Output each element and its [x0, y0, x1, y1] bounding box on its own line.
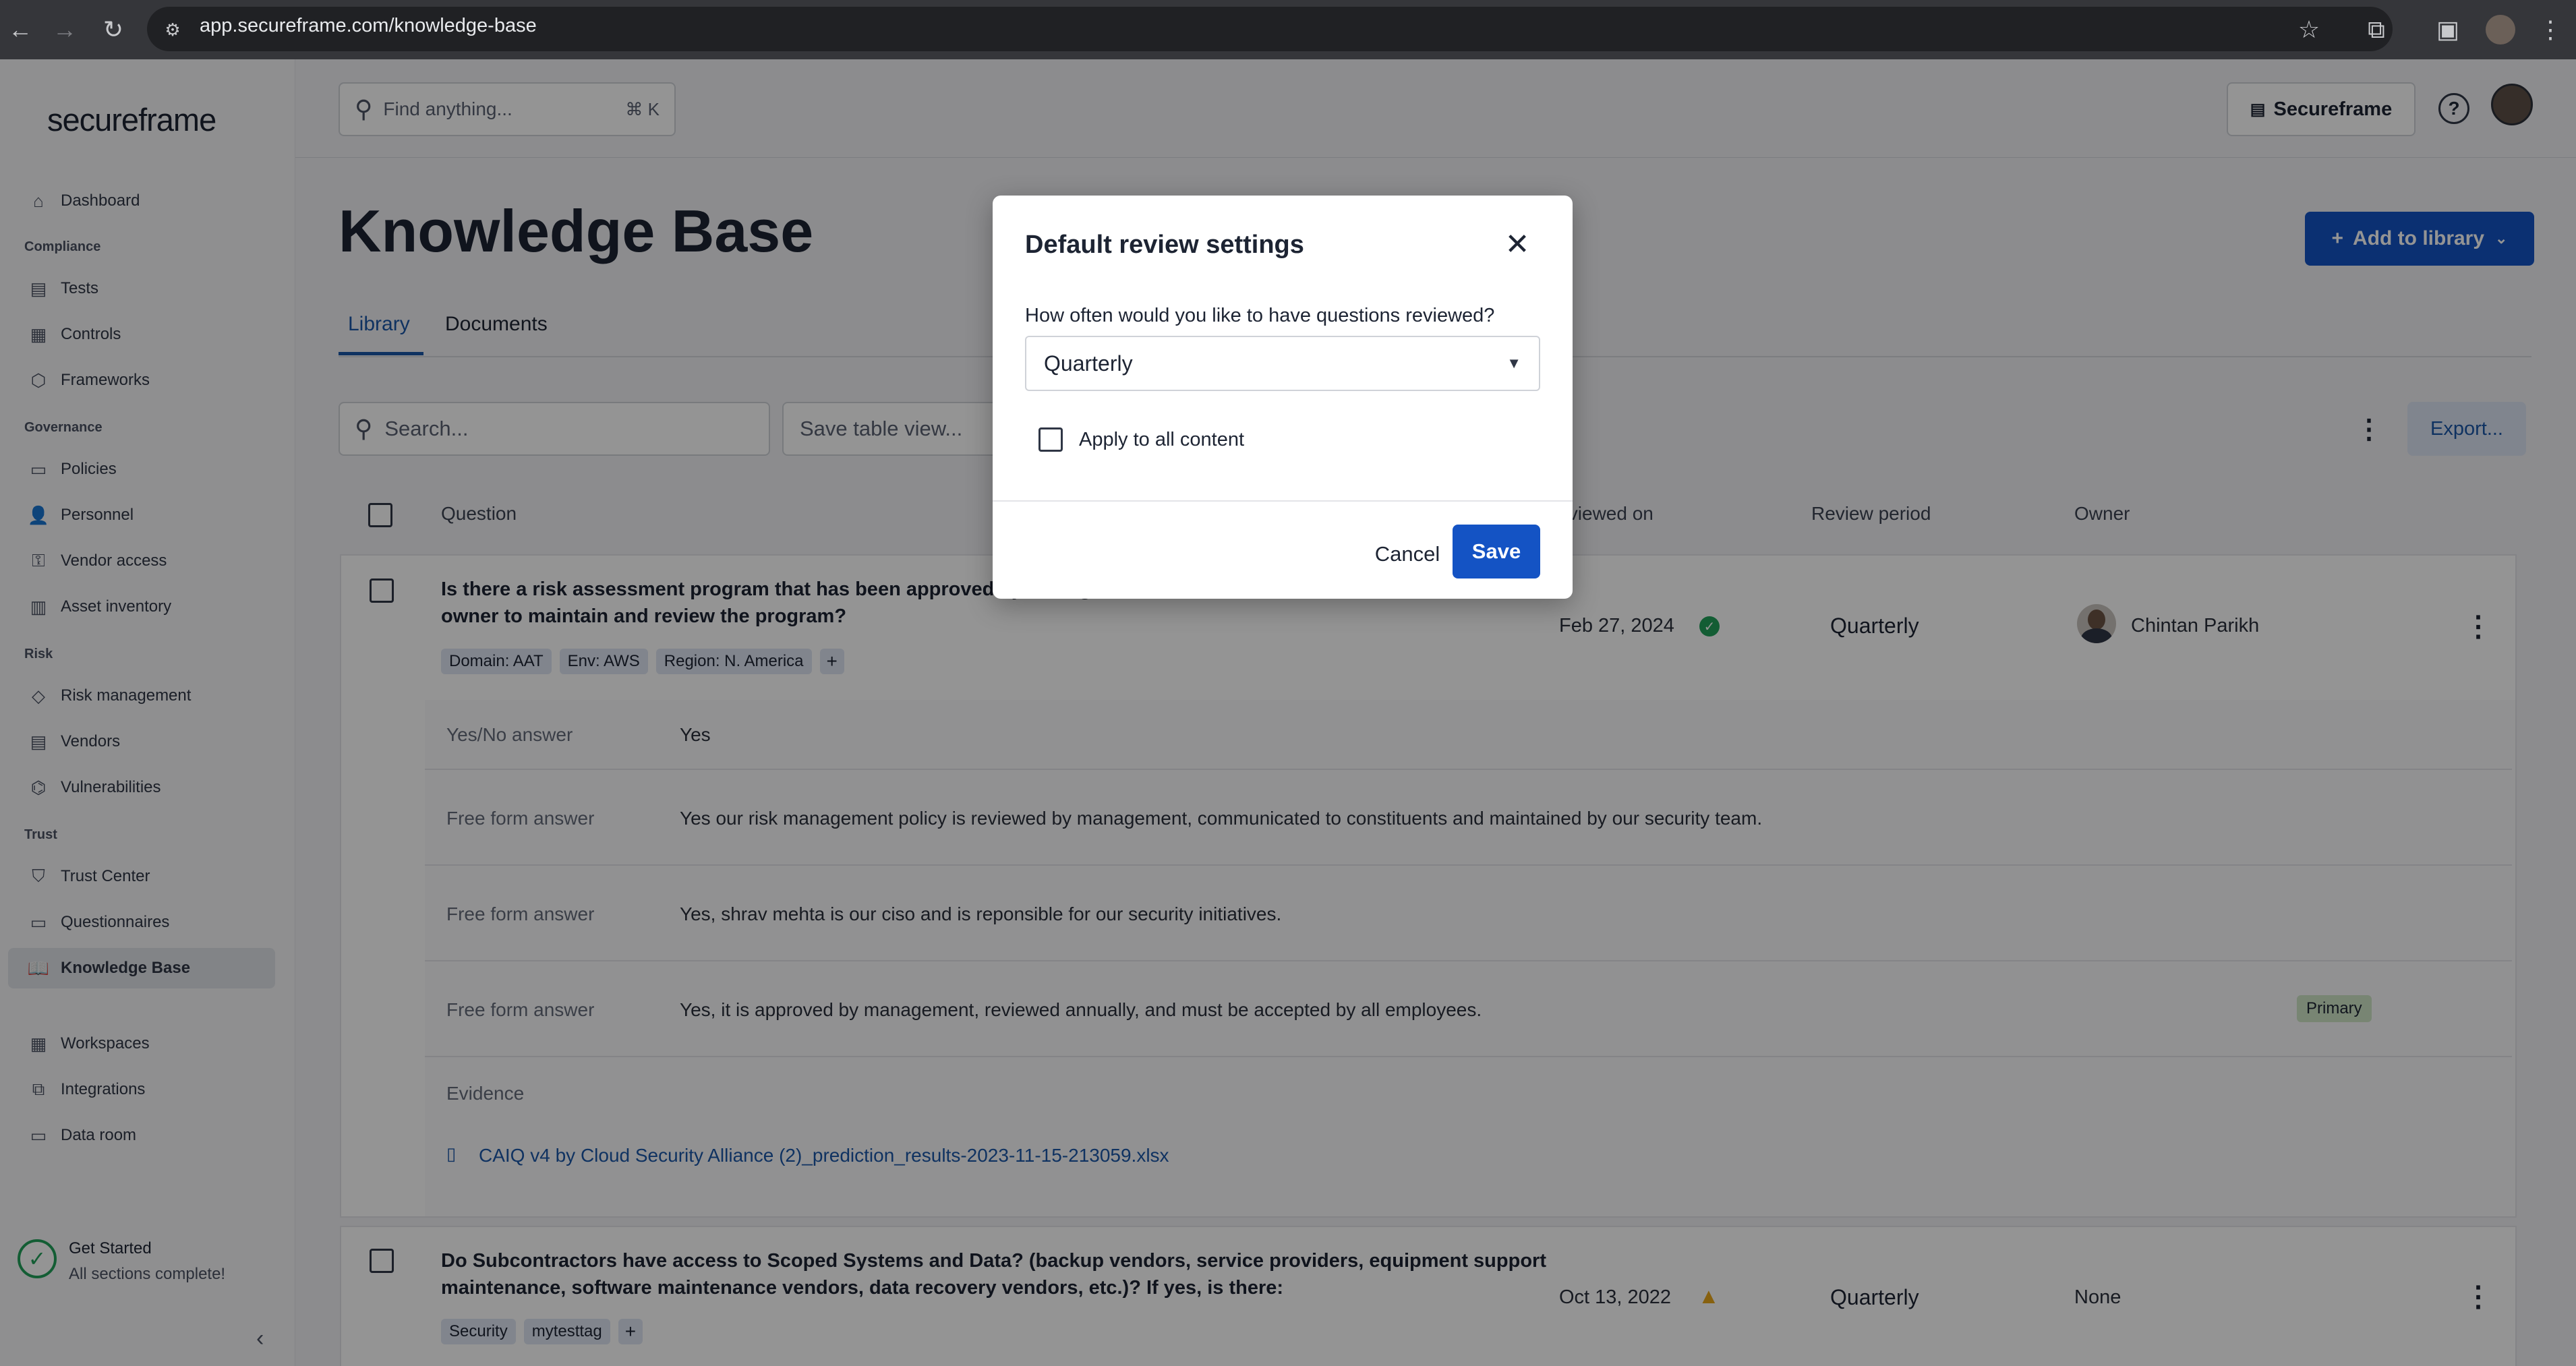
- frequency-value: Quarterly: [1044, 351, 1133, 376]
- url-text: app.secureframe.com/knowledge-base: [200, 15, 537, 36]
- menu-icon[interactable]: ⋮: [2536, 15, 2565, 44]
- dropdown-arrow-icon: ▼: [1506, 355, 1521, 372]
- reload-icon[interactable]: ↻: [98, 15, 128, 44]
- forward-icon[interactable]: →: [50, 15, 80, 44]
- modal-title: Default review settings: [1025, 231, 1304, 259]
- save-button[interactable]: Save: [1453, 525, 1540, 578]
- cancel-button[interactable]: Cancel: [1357, 527, 1458, 581]
- apply-all-checkbox[interactable]: [1038, 427, 1063, 452]
- frequency-question: How often would you like to have questio…: [1025, 305, 1495, 326]
- review-settings-modal: Default review settings ✕ How often woul…: [993, 196, 1573, 599]
- bookmark-star-icon[interactable]: ☆: [2294, 15, 2324, 44]
- sidepanel-icon[interactable]: ▣: [2433, 15, 2463, 44]
- profile-avatar[interactable]: [2486, 15, 2515, 44]
- close-icon[interactable]: ✕: [1497, 224, 1538, 264]
- frequency-select[interactable]: Quarterly ▼: [1025, 336, 1540, 391]
- browser-toolbar: ← → ↻ ⚙ app.secureframe.com/knowledge-ba…: [0, 0, 2576, 59]
- extensions-icon[interactable]: ⧉: [2362, 15, 2391, 44]
- back-icon[interactable]: ←: [5, 15, 35, 44]
- modal-divider: [993, 500, 1573, 502]
- apply-all-label[interactable]: Apply to all content: [1079, 429, 1244, 451]
- site-settings-icon[interactable]: ⚙: [159, 16, 186, 43]
